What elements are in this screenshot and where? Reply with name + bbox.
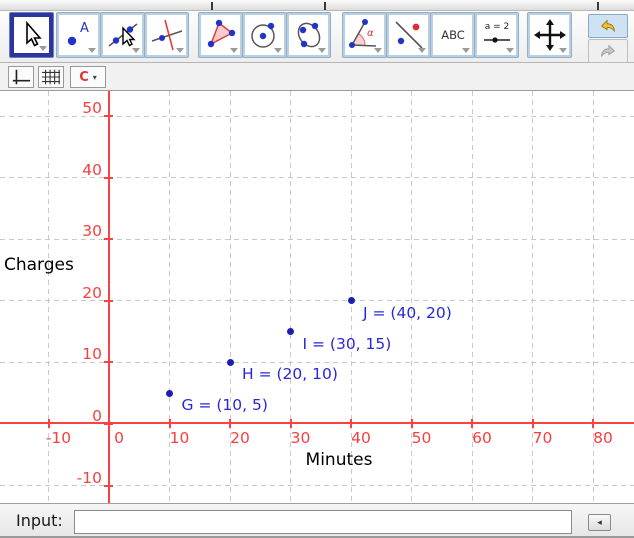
reflect-icon <box>392 18 426 52</box>
line-icon <box>106 18 140 52</box>
svg-text:α: α <box>367 28 374 39</box>
tool-point[interactable]: A <box>57 13 100 57</box>
dropdown-arrow-icon[interactable] <box>418 48 426 53</box>
perpendicular-line-icon <box>150 18 184 52</box>
x-axis-title: Minutes <box>299 450 379 470</box>
grid-icon <box>41 68 61 86</box>
style-bar: C ▾ <box>0 63 634 91</box>
menu-separator <box>211 2 213 10</box>
data-point-J[interactable] <box>348 297 355 304</box>
polygon-icon <box>204 18 238 52</box>
dropdown-arrow-icon[interactable] <box>132 48 140 53</box>
input-bar: Input: ◂ <box>0 503 634 538</box>
collapse-input-button[interactable]: ◂ <box>588 514 611 531</box>
dropdown-arrow-icon[interactable] <box>230 48 238 53</box>
toggle-grid-button[interactable] <box>38 66 64 88</box>
capture-letter: C <box>79 71 89 84</box>
y-tick-label: 40 <box>40 161 102 179</box>
point-capturing-dropdown[interactable]: C ▾ <box>70 66 106 88</box>
dropdown-arrow-icon[interactable] <box>559 48 567 53</box>
graphics-view[interactable]: -1001020304050607080-1001020304050Charge… <box>0 91 634 503</box>
dropdown-arrow-icon[interactable] <box>176 48 184 53</box>
x-tick-label: 40 <box>331 429 391 447</box>
dropdown-arrow-icon[interactable] <box>88 48 96 53</box>
dropdown-arrow-icon[interactable] <box>39 46 47 51</box>
point-label-G: G = (10, 5) <box>182 396 268 414</box>
move-view-icon <box>533 18 567 52</box>
slider-icon: a = 2 <box>480 18 514 52</box>
tool-text[interactable]: ABC <box>431 13 474 57</box>
left-triangle-icon: ◂ <box>597 518 602 528</box>
dropdown-arrow-icon[interactable] <box>318 48 326 53</box>
y-tick-label: 10 <box>40 345 102 363</box>
text-abc-icon: ABC <box>436 18 470 52</box>
tool-move[interactable] <box>10 13 53 57</box>
x-tick-label: 20 <box>210 429 270 447</box>
tool-slider[interactable]: a = 2 <box>475 13 518 57</box>
redo-button[interactable] <box>588 39 628 63</box>
data-point-I[interactable] <box>287 328 294 335</box>
point-label-H: H = (20, 10) <box>242 365 338 383</box>
data-point-H[interactable] <box>227 359 234 366</box>
ellipse-icon <box>292 18 326 52</box>
x-axis <box>0 422 634 424</box>
dropdown-arrow-icon[interactable] <box>506 48 514 53</box>
input-label: Input: <box>16 511 63 530</box>
point-icon: A <box>62 18 96 52</box>
menu-separator <box>324 2 326 10</box>
undo-button[interactable] <box>588 14 628 38</box>
tool-move-graphics-view[interactable] <box>528 13 571 57</box>
y-tick-label: 30 <box>40 222 102 240</box>
input-field[interactable] <box>74 510 572 534</box>
y-tick-label: 20 <box>40 284 102 302</box>
tool-perpendicular-line[interactable] <box>145 13 188 57</box>
x-tick-label: 50 <box>392 429 452 447</box>
tool-line[interactable] <box>101 13 144 57</box>
dropdown-arrow-icon[interactable] <box>274 48 282 53</box>
x-tick-label: -10 <box>29 429 89 447</box>
y-axis <box>108 91 110 503</box>
geogebra-window: A <box>0 0 634 538</box>
angle-icon: α <box>348 18 382 52</box>
x-tick-label: 70 <box>513 429 573 447</box>
menu-strip <box>0 0 634 11</box>
circle-icon <box>248 18 282 52</box>
y-axis-title: Charges <box>4 255 74 275</box>
x-tick-label: 60 <box>452 429 512 447</box>
svg-text:a = 2: a = 2 <box>484 22 509 32</box>
data-point-G[interactable] <box>166 390 173 397</box>
tool-circle[interactable] <box>243 13 286 57</box>
svg-text:ABC: ABC <box>441 28 465 42</box>
x-tick-label: 30 <box>271 429 331 447</box>
x-tick-label: 80 <box>573 429 633 447</box>
svg-text:A: A <box>80 21 89 36</box>
dropdown-arrow-icon[interactable] <box>462 48 470 53</box>
axes-icon <box>11 68 31 86</box>
tool-polygon[interactable] <box>199 13 242 57</box>
tool-reflect[interactable] <box>387 13 430 57</box>
tool-angle[interactable]: α <box>343 13 386 57</box>
dropdown-arrow-icon[interactable] <box>374 48 382 53</box>
x-tick-label: 0 <box>89 429 149 447</box>
point-label-I: I = (30, 15) <box>303 335 392 353</box>
redo-icon <box>598 42 618 60</box>
y-tick-label: 50 <box>40 99 102 117</box>
chevron-down-icon: ▾ <box>93 73 97 82</box>
menu-separator <box>597 2 599 10</box>
undo-icon <box>598 17 618 35</box>
tool-ellipse[interactable] <box>287 13 330 57</box>
toggle-axes-button[interactable] <box>8 66 34 88</box>
toolbar: A <box>0 11 634 63</box>
y-tick-label: -10 <box>40 469 102 487</box>
point-label-J: J = (40, 20) <box>363 304 452 322</box>
x-tick-label: 10 <box>150 429 210 447</box>
